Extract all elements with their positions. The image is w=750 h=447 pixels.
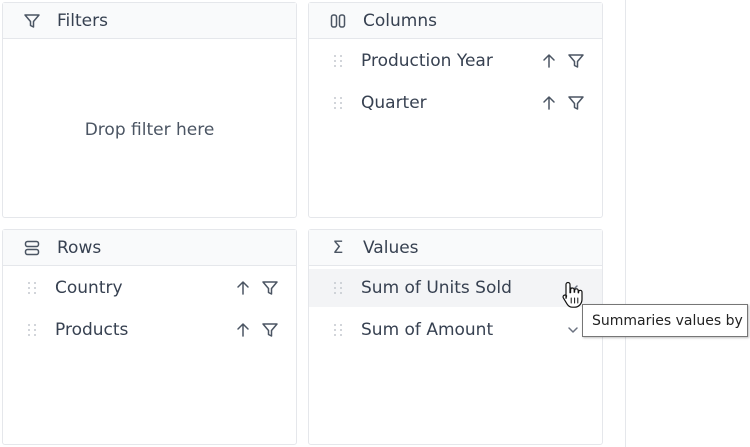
drag-handle-icon[interactable]	[334, 97, 343, 110]
sort-ascending-icon[interactable]	[234, 321, 252, 339]
sort-ascending-icon[interactable]	[540, 52, 558, 70]
filters-header: Filters	[3, 3, 296, 39]
rows-header: Rows	[3, 230, 296, 266]
row-item-label: Products	[55, 320, 129, 340]
filter-icon[interactable]	[567, 94, 585, 112]
panel-divider	[625, 0, 626, 447]
value-item-label: Sum of Amount	[361, 320, 494, 340]
drag-handle-icon[interactable]	[28, 282, 37, 295]
sort-ascending-icon[interactable]	[540, 94, 558, 112]
sigma-icon: Σ	[332, 237, 344, 258]
drag-handle-icon[interactable]	[334, 55, 343, 68]
value-item-label: Sum of Units Sold	[361, 278, 512, 298]
filter-icon[interactable]	[261, 321, 279, 339]
sort-ascending-icon[interactable]	[234, 279, 252, 297]
column-item-production-year[interactable]: Production Year	[309, 42, 602, 80]
drop-filter-placeholder: Drop filter here	[84, 120, 215, 140]
value-item-sum-of-amount[interactable]: Sum of Amount	[309, 311, 602, 349]
drag-handle-icon[interactable]	[28, 324, 37, 337]
filter-icon[interactable]	[261, 279, 279, 297]
rows-panel[interactable]: Rows Country Products	[2, 229, 297, 445]
columns-panel[interactable]: Columns Production Year Quarter	[308, 2, 603, 218]
rows-title: Rows	[57, 237, 102, 258]
row-item-products[interactable]: Products	[3, 311, 296, 349]
drag-handle-icon[interactable]	[334, 324, 343, 337]
filters-panel[interactable]: Filters Drop filter here	[2, 2, 297, 218]
filter-icon[interactable]	[567, 52, 585, 70]
columns-title: Columns	[363, 10, 437, 31]
tooltip: Summaries values by	[582, 304, 748, 337]
row-item-label: Country	[55, 278, 123, 298]
rows-icon	[23, 239, 41, 257]
drag-handle-icon[interactable]	[334, 282, 343, 295]
column-item-label: Production Year	[361, 51, 493, 71]
chevron-down-icon[interactable]	[566, 323, 580, 337]
filters-title: Filters	[57, 10, 108, 31]
column-item-label: Quarter	[361, 93, 427, 113]
columns-header: Columns	[309, 3, 602, 39]
filter-icon	[23, 12, 41, 30]
columns-icon	[329, 12, 347, 30]
values-panel[interactable]: Σ Values Sum of Units Sold Sum of Amount	[308, 229, 603, 445]
value-item-sum-of-units-sold[interactable]: Sum of Units Sold	[309, 269, 602, 307]
values-header: Σ Values	[309, 230, 602, 266]
values-title: Values	[363, 237, 419, 258]
column-item-quarter[interactable]: Quarter	[309, 84, 602, 122]
row-item-country[interactable]: Country	[3, 269, 296, 307]
